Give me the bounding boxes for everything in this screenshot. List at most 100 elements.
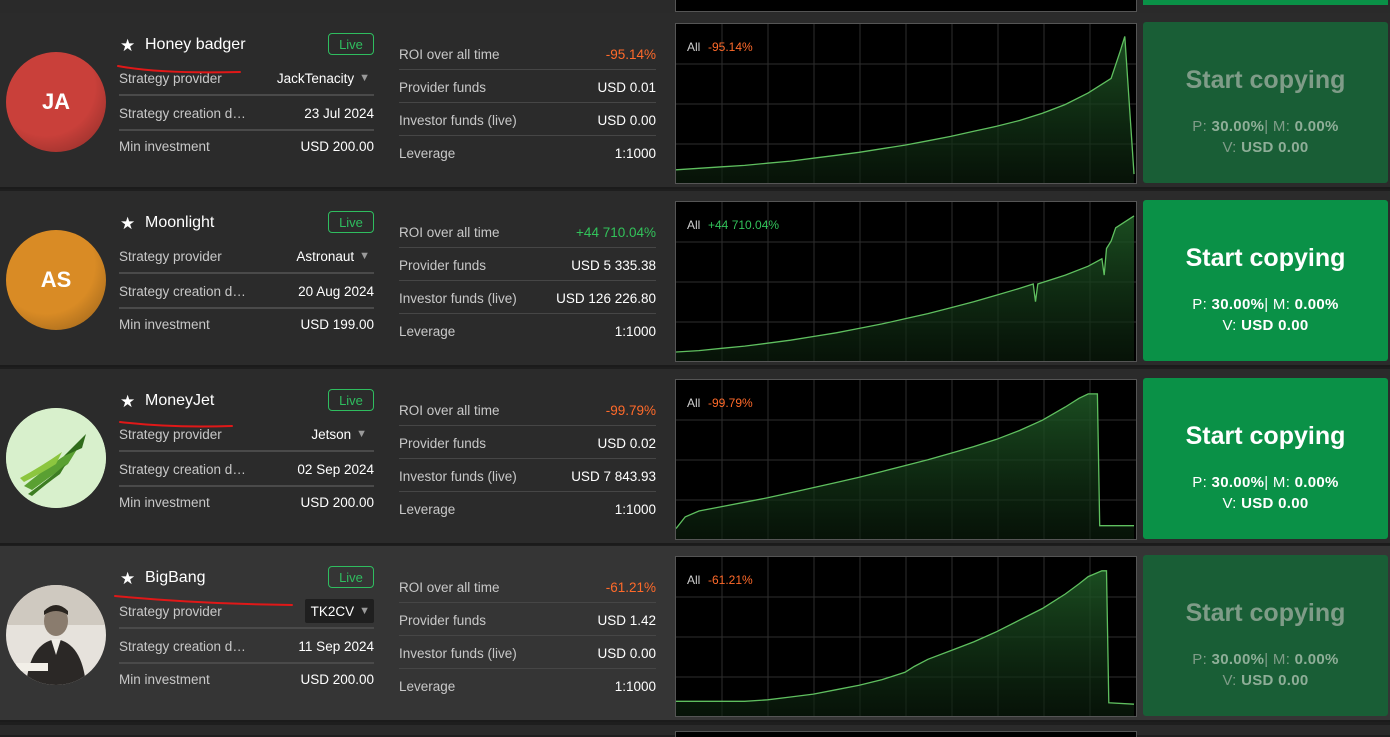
chart-area-fill <box>676 215 1134 361</box>
min-investment-value: USD 200.00 <box>300 495 374 510</box>
chart-period-label[interactable]: All <box>687 396 700 410</box>
min-investment-label: Min investment <box>119 495 210 510</box>
strategy-name[interactable]: BigBang <box>145 569 206 587</box>
chart-area-fill <box>676 36 1134 183</box>
roi-label: ROI over all time <box>399 403 500 418</box>
provider-dropdown[interactable]: Jetson ▼ <box>305 422 371 446</box>
roi-chart[interactable]: All -61.21% <box>675 556 1137 717</box>
chart-roi-label: +44 710.04% <box>708 218 780 232</box>
strategy-provider-label: Strategy provider <box>119 604 222 619</box>
m-prefix: | M: <box>1264 651 1291 668</box>
m-value: 0.00% <box>1294 651 1339 668</box>
next-row-strip <box>0 725 1390 737</box>
leverage-stat: Leverage 1:1000 <box>399 492 656 525</box>
strategy-creation-label: Strategy creation date <box>119 284 247 299</box>
leverage-value: 1:1000 <box>614 679 656 694</box>
leverage-label: Leverage <box>399 324 456 339</box>
strategy-row[interactable]: ★ BigBang Live Strategy provider TK2CV ▼… <box>0 546 1390 722</box>
roi-label: ROI over all time <box>399 47 500 62</box>
leverage-value: 1:1000 <box>614 324 656 339</box>
strategy-provider-field: Strategy provider Jetson ▼ <box>119 419 374 452</box>
p-value: 30.00% <box>1211 651 1265 668</box>
provider-name: Jetson <box>311 426 352 442</box>
chart-period-label[interactable]: All <box>687 218 700 232</box>
strategy-row[interactable]: JA ★ Honey badger Live Strategy provider… <box>0 13 1390 189</box>
avatar[interactable]: AS <box>6 230 106 330</box>
p-value: 30.00% <box>1211 474 1265 491</box>
v-value: USD 0.00 <box>1241 317 1309 334</box>
start-copying-button[interactable]: Start copying P: 30.00%| M: 0.00% V: USD… <box>1143 378 1388 539</box>
min-investment-value: USD 200.00 <box>300 672 374 687</box>
start-copying-button[interactable]: Start copying P: 30.00%| M: 0.00% V: USD… <box>1143 200 1388 361</box>
copy-terms-line-2: V: USD 0.00 <box>1143 495 1388 512</box>
investor-funds-value: USD 0.00 <box>597 113 656 128</box>
chart-period-label[interactable]: All <box>687 40 700 54</box>
start-copying-button[interactable]: Start copying P: 30.00%| M: 0.00% V: USD… <box>1143 555 1388 716</box>
provider-funds-value: USD 0.01 <box>597 80 656 95</box>
star-icon[interactable]: ★ <box>120 393 138 411</box>
roi-chart[interactable]: All +44 710.04% <box>675 201 1137 362</box>
investor-funds-label: Investor funds (live) <box>399 469 517 484</box>
start-copying-label: Start copying <box>1185 244 1346 272</box>
avatar[interactable] <box>6 585 106 685</box>
copy-terms-line-1: P: 30.00%| M: 0.00% <box>1143 651 1388 668</box>
strategy-name[interactable]: Moonlight <box>145 214 214 232</box>
investor-funds-label: Investor funds (live) <box>399 113 517 128</box>
next-chart-edge <box>675 731 1137 737</box>
start-copying-button[interactable]: Start copying P: 30.00%| M: 0.00% V: USD… <box>1143 22 1388 183</box>
strategy-creation-value: 02 Sep 2024 <box>297 462 374 477</box>
leverage-stat: Leverage 1:1000 <box>399 314 656 347</box>
avatar[interactable]: JA <box>6 52 106 152</box>
provider-dropdown[interactable]: Astronaut ▼ <box>290 244 374 268</box>
star-icon[interactable]: ★ <box>120 37 138 55</box>
strategy-creation-field: Strategy creation date 11 Sep 2024 <box>119 631 374 664</box>
provider-funds-stat: Provider funds USD 0.01 <box>399 70 656 103</box>
strategy-title-line: ★ MoneyJet Live <box>120 389 374 415</box>
provider-dropdown[interactable]: JackTenacity ▼ <box>271 66 374 90</box>
min-investment-label: Min investment <box>119 317 210 332</box>
strategy-row[interactable]: AS ★ Moonlight Live Strategy provider As… <box>0 191 1390 367</box>
chart-period-label[interactable]: All <box>687 573 700 587</box>
strategy-title-line: ★ Moonlight Live <box>120 211 374 237</box>
provider-funds-label: Provider funds <box>399 436 487 451</box>
strategy-name[interactable]: Honey badger <box>145 36 246 54</box>
provider-funds-stat: Provider funds USD 0.02 <box>399 426 656 459</box>
start-copying-label: Start copying <box>1185 422 1346 450</box>
roi-chart[interactable]: All -99.79% <box>675 379 1137 540</box>
v-prefix: V: <box>1222 495 1237 512</box>
roi-value: -99.79% <box>605 403 656 418</box>
strategy-name[interactable]: MoneyJet <box>145 392 214 410</box>
chart-roi-label: -99.79% <box>708 396 753 410</box>
strategy-creation-value: 23 Jul 2024 <box>304 106 374 121</box>
chart-area-fill <box>676 393 1134 539</box>
p-prefix: P: <box>1192 118 1208 135</box>
m-prefix: | M: <box>1264 474 1291 491</box>
investor-funds-value: USD 126 226.80 <box>556 291 656 306</box>
v-value: USD 0.00 <box>1241 139 1309 156</box>
chart-roi-label: -95.14% <box>708 40 753 54</box>
live-badge: Live <box>328 33 374 55</box>
roi-chart[interactable]: All -95.14% <box>675 23 1137 184</box>
strategy-row[interactable]: ★ MoneyJet Live Strategy provider Jetson… <box>0 369 1390 545</box>
copy-terms-line-2: V: USD 0.00 <box>1143 672 1388 689</box>
previous-row-strip <box>0 0 1390 14</box>
live-badge: Live <box>328 389 374 411</box>
star-icon[interactable]: ★ <box>120 215 138 233</box>
star-icon[interactable]: ★ <box>120 570 138 588</box>
roi-stat: ROI over all time -61.21% <box>399 570 656 603</box>
avatar-initials: JA <box>41 89 71 114</box>
leverage-label: Leverage <box>399 502 456 517</box>
avatar[interactable] <box>6 408 106 508</box>
roi-label: ROI over all time <box>399 225 500 240</box>
chevron-down-icon: ▼ <box>359 72 370 84</box>
investor-funds-stat: Investor funds (live) USD 0.00 <box>399 103 656 136</box>
copy-terms-line-2: V: USD 0.00 <box>1143 317 1388 334</box>
chevron-down-icon: ▼ <box>359 250 370 262</box>
strategy-creation-field: Strategy creation date 20 Aug 2024 <box>119 276 374 309</box>
strategy-creation-value: 20 Aug 2024 <box>298 284 374 299</box>
p-prefix: P: <box>1192 474 1208 491</box>
m-value: 0.00% <box>1294 474 1339 491</box>
provider-dropdown[interactable]: TK2CV ▼ <box>304 599 374 623</box>
copy-terms-line-1: P: 30.00%| M: 0.00% <box>1143 296 1388 313</box>
min-investment-field: Min investment USD 200.00 <box>119 487 374 520</box>
